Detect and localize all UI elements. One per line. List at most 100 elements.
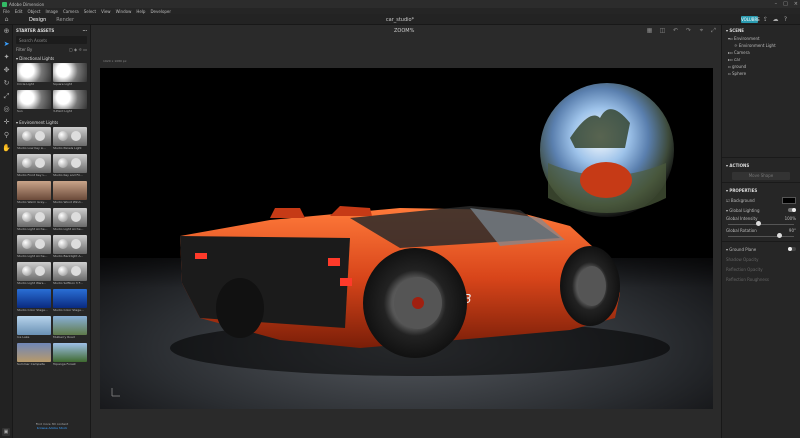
pan-tool-icon[interactable]: ✛ — [0, 116, 13, 129]
adobe-stock-link[interactable]: browse Adobe Stock — [13, 426, 90, 430]
title-bar: Adobe Dimension – □ × — [0, 0, 800, 8]
assets-title[interactable]: STARTER ASSETS — [16, 28, 54, 33]
scene-item-environment-light[interactable]: ☼ Environment Light — [722, 42, 800, 49]
menu-help[interactable]: Help — [136, 9, 145, 14]
menu-object[interactable]: Object — [27, 9, 40, 14]
global-rotation-value[interactable]: 90° — [789, 228, 796, 233]
grid-icon[interactable]: ▦ — [646, 27, 653, 34]
global-rotation-slider[interactable] — [728, 233, 794, 239]
asset-thumb[interactable]: Studio Light Arche... — [53, 208, 87, 232]
asset-thumb[interactable]: Studio Light Arche... — [17, 235, 51, 259]
left-rear-wheel[interactable] — [216, 278, 264, 338]
asset-thumb[interactable]: Sun — [17, 90, 51, 114]
scene-item-ground[interactable]: ▫ ground — [722, 63, 800, 70]
window-controls: – □ × — [775, 1, 798, 7]
camera-icon[interactable]: ◫ — [659, 27, 666, 34]
scene-item-car[interactable]: ▸▫ car — [722, 56, 800, 63]
asset-thumb[interactable]: Topanga Forest — [53, 343, 87, 367]
maximize-icon[interactable]: □ — [783, 1, 788, 7]
rotate-tool-icon[interactable]: ↻ — [0, 77, 13, 90]
right-panel: ▾ SCENE ▾▫ Environment ☼ Environment Lig… — [721, 25, 800, 438]
move-shape-button[interactable]: Move Shape — [732, 172, 790, 180]
menu-edit[interactable]: Edit — [15, 9, 23, 14]
scene-item-camera[interactable]: ▸▫ Camera — [722, 49, 800, 56]
asset-thumb[interactable]: Studio Wood Wind... — [53, 181, 87, 205]
asset-thumb[interactable]: Studio Key and Fil... — [53, 154, 87, 178]
starter-assets-panel: STARTER ASSETS ··· Search Assets Filter … — [13, 25, 91, 438]
select-tool-icon[interactable]: ➤ — [0, 38, 13, 51]
actions-header[interactable]: ▾ ACTIONS — [722, 160, 800, 170]
properties-header[interactable]: ▾ PROPERTIES — [722, 185, 800, 195]
asset-thumb[interactable]: Studio Front Key L... — [17, 154, 51, 178]
menu-select[interactable]: Select — [84, 9, 96, 14]
zoom-level[interactable]: ZOOM% — [394, 28, 414, 34]
reflection-roughness-row[interactable]: Reflection Roughness — [722, 274, 800, 284]
asset-thumb[interactable]: Studio Panels Light — [53, 127, 87, 151]
asset-thumb[interactable]: Circle Light — [17, 63, 51, 87]
menu-image[interactable]: Image — [45, 9, 58, 14]
menu-window[interactable]: Window — [116, 9, 132, 14]
menu-view[interactable]: View — [101, 9, 111, 14]
asset-thumb[interactable]: 3-Point Light — [53, 90, 87, 114]
expand-icon[interactable]: ⤢ — [710, 27, 717, 34]
orbit-tool-icon[interactable]: ◎ — [0, 103, 13, 116]
environment-lights-section[interactable]: ▾ Environment Lights — [13, 118, 90, 127]
top-bar: ⌂ Design Render car_studio* VOLUBRE ⇪ ☁ … — [0, 14, 800, 26]
move-tool-icon[interactable]: ✥ — [0, 64, 13, 77]
reflection-opacity-row[interactable]: Reflection Opacity — [722, 264, 800, 274]
background-color-swatch[interactable] — [782, 196, 796, 204]
undo-icon[interactable]: ↶ — [672, 27, 679, 34]
bookmark-icon[interactable]: ⌖ — [698, 27, 705, 34]
ground-plane-toggle[interactable] — [788, 247, 796, 251]
share-button[interactable]: VOLUBRE — [741, 16, 760, 23]
asset-thumb[interactable]: Studio Light Arche... — [17, 208, 51, 232]
tools-bar: ⊕ ➤ ✦ ✥ ↻ ⤢ ◎ ✛ ⚲ ✋ ▣ — [0, 25, 13, 438]
asset-thumb[interactable]: Studio Low Key Li... — [17, 127, 51, 151]
rear-wheel[interactable] — [363, 248, 467, 358]
menu-file[interactable]: File — [3, 9, 10, 14]
minimize-icon[interactable]: – — [775, 1, 778, 7]
front-wheel[interactable] — [560, 246, 620, 326]
asset-thumb[interactable]: Studio Softbox 3 F... — [53, 262, 87, 286]
directional-lights-section[interactable]: ▾ Directional Lights — [13, 54, 90, 63]
environment-lights-grid: Studio Low Key Li... Studio Panels Light… — [13, 127, 90, 367]
ground-plane-row: ▾ Ground Plane — [722, 244, 800, 254]
hand-tool-icon[interactable]: ✋ — [0, 142, 13, 155]
scale-tool-icon[interactable]: ⤢ — [0, 90, 13, 103]
close-icon[interactable]: × — [794, 1, 798, 7]
magic-wand-icon[interactable]: ✦ — [0, 51, 13, 64]
menu-camera[interactable]: Camera — [63, 9, 79, 14]
menu-developer[interactable]: Developer — [150, 9, 171, 14]
add-icon[interactable]: ⊕ — [0, 25, 13, 38]
render-canvas[interactable]: VB — [100, 68, 713, 409]
assets-search-input[interactable]: Search Assets — [16, 36, 87, 44]
asset-thumb[interactable]: Studio Backlight A... — [53, 235, 87, 259]
asset-thumb[interactable]: Studio Color Stage... — [17, 289, 51, 313]
asset-thumb[interactable]: Studio Color Stage... — [53, 289, 87, 313]
libraries-icon[interactable]: ▣ — [2, 428, 10, 436]
asset-thumb[interactable]: Studio Warm Grey... — [17, 181, 51, 205]
redo-icon[interactable]: ↷ — [685, 27, 692, 34]
scene-item-sphere[interactable]: ▫ Sphere — [722, 70, 800, 77]
global-lighting-toggle[interactable] — [788, 208, 796, 212]
global-intensity-value[interactable]: 100% — [785, 216, 796, 221]
asset-thumb[interactable]: Mulberry Road — [53, 316, 87, 340]
asset-thumb[interactable]: Square Light — [53, 63, 87, 87]
scene-render: VB — [111, 83, 674, 397]
window-title: Adobe Dimension — [9, 1, 45, 7]
help-icon[interactable]: ? — [782, 16, 789, 23]
asset-thumb[interactable]: Ice Lake — [17, 316, 51, 340]
scene-header[interactable]: ▾ SCENE — [722, 25, 800, 35]
filter-icons[interactable]: ▢ ◈ ☼ ▭ — [69, 47, 87, 52]
cloud-icon[interactable]: ☁ — [772, 16, 779, 23]
scene-item-environment[interactable]: ▾▫ Environment — [722, 35, 800, 42]
more-options-icon[interactable]: ··· — [82, 28, 87, 33]
asset-thumb[interactable]: Summer Campsite — [17, 343, 51, 367]
export-icon[interactable]: ⇪ — [762, 16, 769, 23]
home-icon[interactable]: ⌂ — [3, 16, 10, 23]
chrome-sphere[interactable] — [540, 83, 674, 217]
asset-thumb[interactable]: Studio Light Wars... — [17, 262, 51, 286]
global-intensity-slider[interactable] — [728, 221, 794, 227]
shadow-opacity-row[interactable]: Shadow Opacity — [722, 254, 800, 264]
zoom-tool-icon[interactable]: ⚲ — [0, 129, 13, 142]
